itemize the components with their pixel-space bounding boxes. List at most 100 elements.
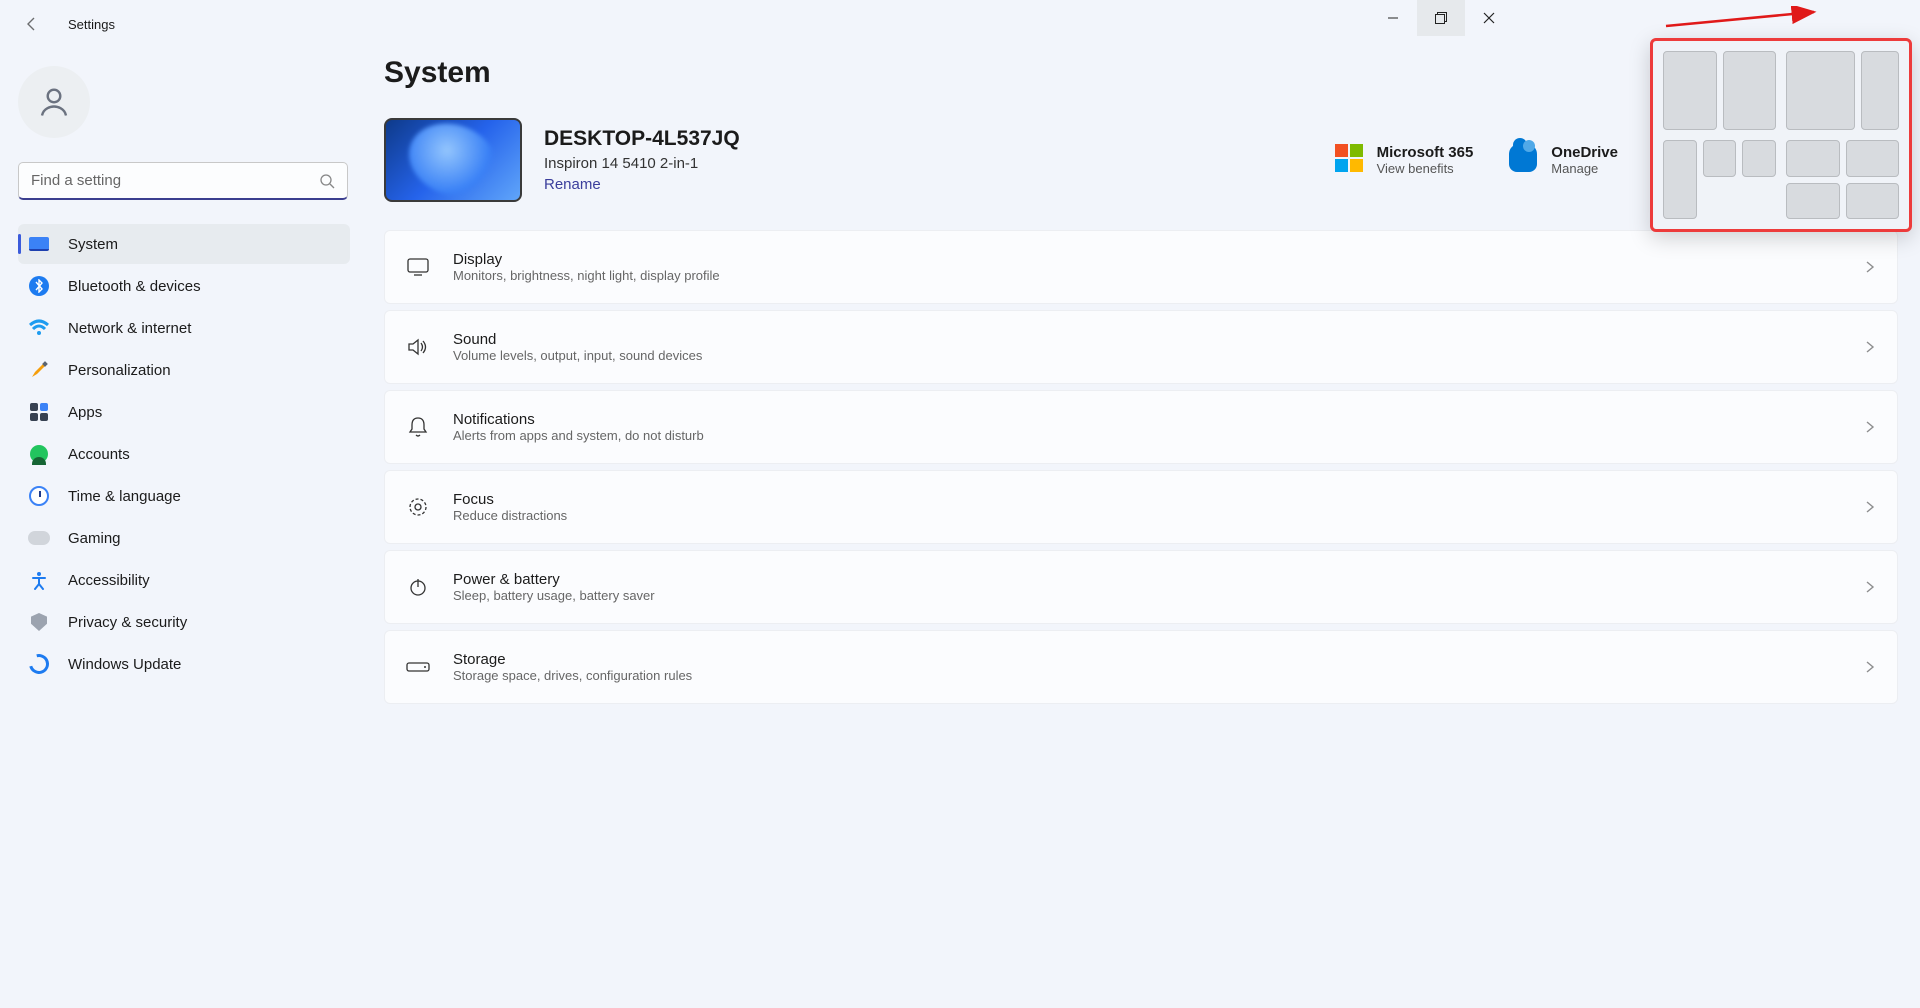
user-avatar[interactable] [18, 66, 90, 138]
bluetooth-icon [28, 275, 50, 297]
card-sub: Storage space, drives, configuration rul… [453, 668, 692, 683]
chevron-right-icon [1863, 500, 1877, 514]
chevron-right-icon [1863, 660, 1877, 674]
storage-icon [405, 654, 431, 680]
paintbrush-icon [28, 359, 50, 381]
card-notifications[interactable]: NotificationsAlerts from apps and system… [384, 390, 1898, 464]
window-controls [1369, 0, 1513, 36]
card-title: Storage [453, 651, 692, 668]
card-title: Display [453, 251, 720, 268]
device-info: DESKTOP-4L537JQ Inspiron 14 5410 2-in-1 … [544, 127, 740, 193]
nav-personalization[interactable]: Personalization [18, 350, 350, 390]
maximize-button[interactable] [1417, 0, 1465, 36]
nav-label: Apps [68, 404, 102, 421]
onedrive-cloud-icon [1509, 144, 1537, 172]
card-storage[interactable]: StorageStorage space, drives, configurat… [384, 630, 1898, 704]
nav-label: System [68, 236, 118, 253]
snap-cell[interactable] [1786, 51, 1855, 130]
nav-label: Network & internet [68, 320, 191, 337]
snap-cell[interactable] [1723, 51, 1777, 130]
chevron-right-icon [1863, 340, 1877, 354]
snap-cell[interactable] [1846, 140, 1900, 177]
chevron-right-icon [1863, 260, 1877, 274]
gamepad-icon [28, 527, 50, 549]
snap-cell[interactable] [1786, 183, 1840, 220]
nav-apps[interactable]: Apps [18, 392, 350, 432]
snap-layout-half-half[interactable] [1663, 51, 1776, 130]
service-onedrive[interactable]: OneDrive Manage [1509, 144, 1618, 176]
minimize-icon [1387, 12, 1399, 24]
search-input[interactable] [31, 172, 311, 189]
service-title: Microsoft 365 [1377, 144, 1474, 161]
card-power-battery[interactable]: Power & batterySleep, battery usage, bat… [384, 550, 1898, 624]
device-thumbnail[interactable] [384, 118, 522, 202]
nav-privacy-security[interactable]: Privacy & security [18, 602, 350, 642]
nav-accessibility[interactable]: Accessibility [18, 560, 350, 600]
search-box[interactable] [18, 162, 348, 200]
snap-cell[interactable] [1703, 140, 1737, 177]
nav-label: Accessibility [68, 572, 150, 589]
snap-layout-left-two-right[interactable] [1663, 140, 1776, 219]
nav-accounts[interactable]: Accounts [18, 434, 350, 474]
microsoft-logo-icon [1335, 144, 1363, 172]
clock-globe-icon [28, 485, 50, 507]
service-microsoft-365[interactable]: Microsoft 365 View benefits [1335, 144, 1474, 176]
nav-label: Windows Update [68, 656, 181, 673]
apps-icon [28, 401, 50, 423]
minimize-button[interactable] [1369, 0, 1417, 36]
snap-cell[interactable] [1663, 51, 1717, 130]
card-sub: Monitors, brightness, night light, displ… [453, 268, 720, 283]
search-icon [319, 173, 335, 189]
card-title: Focus [453, 491, 567, 508]
nav-gaming[interactable]: Gaming [18, 518, 350, 558]
sound-icon [405, 334, 431, 360]
nav-label: Privacy & security [68, 614, 187, 631]
nav-label: Time & language [68, 488, 181, 505]
device-model: Inspiron 14 5410 2-in-1 [544, 155, 740, 172]
snap-layout-wide-narrow[interactable] [1786, 51, 1899, 130]
back-button[interactable] [20, 12, 44, 36]
wifi-icon [28, 317, 50, 339]
system-icon [28, 233, 50, 255]
nav-bluetooth-devices[interactable]: Bluetooth & devices [18, 266, 350, 306]
nav-windows-update[interactable]: Windows Update [18, 644, 350, 684]
nav-system[interactable]: System [18, 224, 350, 264]
person-icon [36, 84, 72, 120]
maximize-icon [1435, 12, 1447, 24]
snap-layouts-flyout [1650, 38, 1912, 232]
shield-icon [28, 611, 50, 633]
card-sub: Reduce distractions [453, 508, 567, 523]
snap-cell[interactable] [1742, 140, 1776, 177]
chevron-right-icon [1863, 580, 1877, 594]
close-icon [1483, 12, 1495, 24]
bell-icon [405, 414, 431, 440]
snap-cell[interactable] [1861, 51, 1899, 130]
update-icon [28, 653, 50, 675]
card-title: Sound [453, 331, 702, 348]
back-arrow-icon [24, 16, 40, 32]
nav-time-language[interactable]: Time & language [18, 476, 350, 516]
power-icon [405, 574, 431, 600]
window-title: Settings [68, 17, 115, 32]
rename-link[interactable]: Rename [544, 176, 740, 193]
snap-cell[interactable] [1786, 140, 1840, 177]
close-button[interactable] [1465, 0, 1513, 36]
card-title: Power & battery [453, 571, 655, 588]
snap-layout-quad[interactable] [1786, 140, 1899, 219]
accessibility-icon [28, 569, 50, 591]
chevron-right-icon [1863, 420, 1877, 434]
nav-label: Gaming [68, 530, 121, 547]
display-icon [405, 254, 431, 280]
nav-label: Bluetooth & devices [68, 278, 201, 295]
card-sound[interactable]: SoundVolume levels, output, input, sound… [384, 310, 1898, 384]
annotation-arrow [1664, 6, 1824, 34]
nav-network-internet[interactable]: Network & internet [18, 308, 350, 348]
snap-cell[interactable] [1846, 183, 1900, 220]
card-focus[interactable]: FocusReduce distractions [384, 470, 1898, 544]
card-sub: Volume levels, output, input, sound devi… [453, 348, 702, 363]
card-sub: Alerts from apps and system, do not dist… [453, 428, 704, 443]
service-subtitle: View benefits [1377, 161, 1474, 176]
card-display[interactable]: DisplayMonitors, brightness, night light… [384, 230, 1898, 304]
snap-cell[interactable] [1663, 140, 1697, 219]
card-sub: Sleep, battery usage, battery saver [453, 588, 655, 603]
